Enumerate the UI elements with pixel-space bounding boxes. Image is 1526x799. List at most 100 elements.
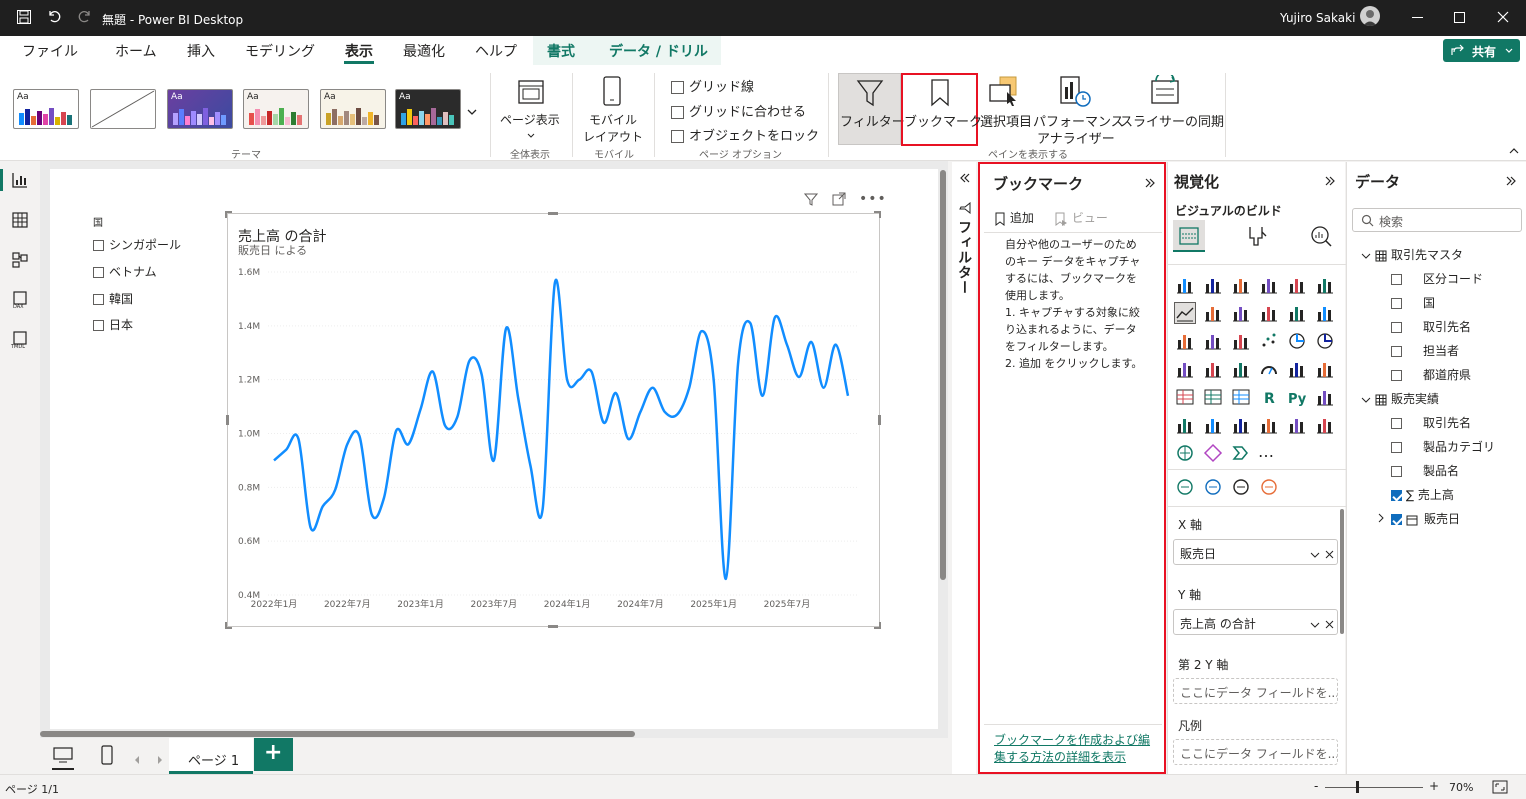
mobile-layout-icon[interactable] <box>599 75 625 107</box>
table-node[interactable]: 取引先マスタ <box>1361 246 1463 263</box>
menu-view[interactable]: 表示 <box>345 41 373 61</box>
pie-visual-icon[interactable] <box>1287 331 1307 351</box>
themes-dropdown-icon[interactable] <box>465 105 479 119</box>
menu-help[interactable]: ヘルプ <box>475 41 517 61</box>
chevron-down-icon[interactable] <box>1361 396 1371 404</box>
zoom-level[interactable]: 70% <box>1449 781 1473 794</box>
field-item[interactable]: 担当者 <box>1391 342 1459 359</box>
series-line[interactable] <box>273 278 850 581</box>
focus-mode-icon[interactable] <box>832 192 846 206</box>
stacked-area-visual-icon[interactable] <box>1231 303 1251 323</box>
legend-well[interactable]: ここにデータ フィールドを... <box>1173 739 1338 765</box>
gauge-visual-icon[interactable] <box>1259 359 1279 379</box>
donut-visual-icon[interactable] <box>1315 331 1335 351</box>
close-icon[interactable] <box>1497 11 1509 23</box>
zoom-in-button[interactable]: + <box>1429 779 1439 793</box>
theme-swatch-3[interactable]: Aa <box>167 89 233 129</box>
r-visual-visual-icon[interactable]: R <box>1259 387 1279 407</box>
matrix-visual-icon[interactable] <box>1231 387 1251 407</box>
treemap-visual-icon[interactable] <box>1175 359 1195 379</box>
field-checkbox[interactable] <box>1391 370 1402 381</box>
python-visual-visual-icon[interactable]: Py <box>1287 387 1307 407</box>
filters-pane-collapsed[interactable]: フィルター <box>952 162 976 774</box>
map-visual-icon[interactable] <box>1203 359 1223 379</box>
canvas-vertical-scrollbar[interactable] <box>940 170 946 580</box>
kpi-visual-icon[interactable] <box>1315 359 1335 379</box>
menu-file[interactable]: ファイル <box>22 41 78 61</box>
stacked-column-visual-icon[interactable] <box>1203 275 1223 295</box>
resize-handle[interactable] <box>225 622 232 629</box>
zoom-slider-thumb[interactable] <box>1356 781 1359 793</box>
decomposition-tree-visual-icon[interactable] <box>1175 415 1195 435</box>
mobile-layout-button-line2[interactable]: レイアウト <box>583 128 643 145</box>
globe-visual-icon[interactable] <box>1175 477 1195 497</box>
funnel-visual-icon[interactable] <box>1231 331 1251 351</box>
100-stacked-area-visual-icon[interactable] <box>1259 303 1279 323</box>
field-checkbox[interactable] <box>1391 298 1402 309</box>
scatter-visual-icon[interactable] <box>1259 331 1279 351</box>
visual-filter-icon[interactable] <box>803 192 819 206</box>
filled-map-visual-icon[interactable] <box>1203 477 1223 497</box>
ribbon-collapse-icon[interactable] <box>1508 145 1520 155</box>
ribbon-visual-icon[interactable] <box>1175 331 1195 351</box>
desktop-layout-icon[interactable] <box>52 746 74 764</box>
remove-field-icon[interactable] <box>1325 618 1334 629</box>
field-checkbox[interactable] <box>1391 466 1402 477</box>
avatar[interactable] <box>1360 6 1380 26</box>
resize-handle[interactable] <box>225 211 232 218</box>
fit-to-page-icon[interactable] <box>1492 780 1508 794</box>
field-item[interactable]: 取引先名 <box>1391 414 1471 431</box>
theme-swatch-1[interactable]: Aa <box>13 89 79 129</box>
power-automate-visual-icon[interactable] <box>1315 415 1335 435</box>
field-item[interactable]: 製品カテゴリ <box>1391 438 1495 455</box>
resize-handle[interactable] <box>874 622 881 629</box>
search-input[interactable]: 検索 <box>1352 208 1522 232</box>
field-checkbox[interactable] <box>1391 442 1402 453</box>
theme-swatch-blank[interactable] <box>90 89 156 129</box>
power-apps-visual-icon[interactable] <box>1287 415 1307 435</box>
paginated-report-visual-icon[interactable] <box>1259 415 1279 435</box>
arcgis-visual-icon[interactable] <box>1175 443 1195 463</box>
tmdl-view-icon[interactable]: TMDL <box>10 331 30 350</box>
line-and-clustered-column-visual-icon[interactable] <box>1315 303 1335 323</box>
remove-field-icon[interactable] <box>1325 548 1334 559</box>
stacked-bar-visual-icon[interactable] <box>1175 275 1195 295</box>
page-view-icon[interactable] <box>516 77 546 107</box>
menu-data-drill[interactable]: データ / ドリル <box>609 41 708 61</box>
scroll-left-icon[interactable] <box>134 753 140 764</box>
zoom-slider-track[interactable] <box>1325 787 1423 788</box>
gridlines-checkbox[interactable]: グリッド線 <box>671 76 754 95</box>
chevron-down-icon[interactable] <box>1361 252 1371 260</box>
report-view-icon[interactable] <box>11 171 29 189</box>
undo-icon[interactable] <box>46 8 62 24</box>
scroll-right-icon[interactable] <box>157 753 163 764</box>
filters-pane-toggle[interactable]: フィルター <box>838 73 905 145</box>
chevron-down-icon[interactable] <box>1310 548 1320 558</box>
mobile-layout-button-line1[interactable]: モバイル <box>589 111 637 128</box>
100-stacked-column-visual-icon[interactable] <box>1315 275 1335 295</box>
theme-swatch-5[interactable]: Aa <box>320 89 386 129</box>
field-item[interactable]: 国 <box>1391 294 1435 311</box>
line-visual-icon[interactable] <box>1174 302 1196 324</box>
menu-modeling[interactable]: モデリング <box>245 41 315 61</box>
key-influencers-visual-icon[interactable] <box>1315 387 1335 407</box>
field-item[interactable]: 販売日 <box>1378 510 1460 527</box>
fields-scrollbar[interactable] <box>1340 509 1344 634</box>
field-checkbox[interactable] <box>1391 322 1402 333</box>
clustered-column-visual-icon[interactable] <box>1259 275 1279 295</box>
card-visual-icon[interactable] <box>1287 359 1307 379</box>
field-checkbox[interactable] <box>1391 418 1402 429</box>
trophy-visual-icon[interactable] <box>1231 477 1251 497</box>
dax-query-view-icon[interactable]: DAX <box>11 291 29 310</box>
slicer-item[interactable]: シンガポール <box>93 236 181 253</box>
secondary-y-axis-well[interactable]: ここにデータ フィールドを... <box>1173 678 1338 704</box>
menu-home[interactable]: ホーム <box>115 41 157 61</box>
snap-to-grid-checkbox[interactable]: グリッドに合わせる <box>671 101 806 120</box>
qa-visual-icon[interactable] <box>1203 415 1223 435</box>
selection-icon[interactable] <box>988 75 1020 107</box>
report-page[interactable]: 国 シンガポール ベトナム 韓国 日本 ••• 売上高 の合計 販売日 による … <box>50 169 938 729</box>
lock-objects-checkbox[interactable]: オブジェクトをロック <box>671 125 819 144</box>
table-node[interactable]: 販売実績 <box>1361 390 1439 407</box>
x-axis-well[interactable]: 販売日 <box>1173 539 1338 565</box>
bookmarks-pane-toggle[interactable]: ブックマーク <box>901 73 982 146</box>
